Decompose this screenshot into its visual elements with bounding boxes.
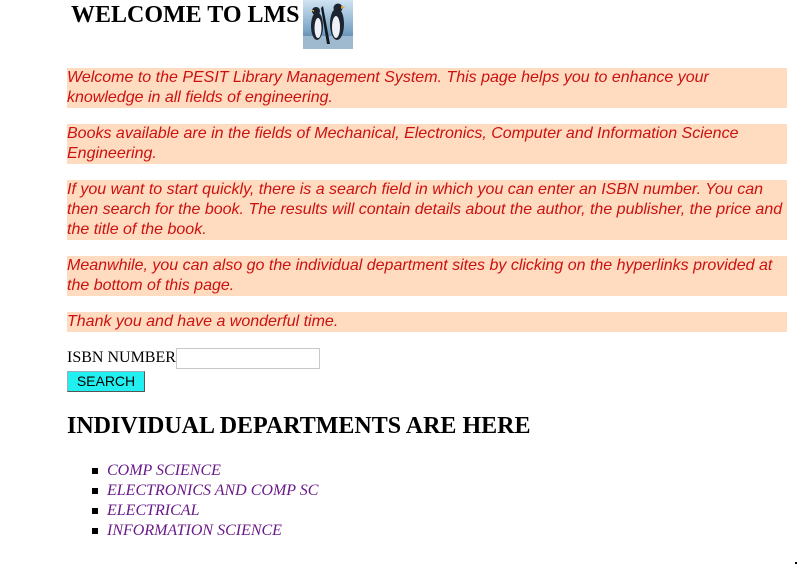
electronics-comp-sc-link[interactable]: ELECTRONICS AND COMP SC: [107, 482, 318, 500]
comp-science-link[interactable]: COMP SCIENCE: [107, 462, 221, 480]
bullet-icon: [92, 488, 98, 494]
departments-list: COMP SCIENCE ELECTRONICS AND COMP SC ELE…: [92, 461, 318, 541]
intro-paragraph: Welcome to the PESIT Library Management …: [67, 68, 787, 108]
departments-heading: INDIVIDUAL DEPARTMENTS ARE HERE: [67, 413, 531, 439]
page-title: WELCOME TO LMS: [71, 2, 300, 28]
stray-dot: [795, 562, 797, 564]
thanks-paragraph: Thank you and have a wonderful time.: [67, 312, 787, 332]
isbn-search-row: ISBN NUMBER: [67, 347, 320, 369]
bullet-icon: [92, 508, 98, 514]
bullet-icon: [92, 468, 98, 474]
electrical-link[interactable]: ELECTRICAL: [107, 502, 199, 520]
departments-help-paragraph: Meanwhile, you can also go the individua…: [67, 256, 787, 296]
list-item: COMP SCIENCE: [92, 461, 318, 481]
list-item: INFORMATION SCIENCE: [92, 521, 318, 541]
search-help-paragraph: If you want to start quickly, there is a…: [67, 180, 787, 240]
list-item: ELECTRICAL: [92, 501, 318, 521]
fields-paragraph: Books available are in the fields of Mec…: [67, 124, 787, 164]
information-science-link[interactable]: INFORMATION SCIENCE: [107, 522, 282, 540]
list-item: ELECTRONICS AND COMP SC: [92, 481, 318, 501]
isbn-input[interactable]: [175, 347, 320, 369]
penguins-logo-icon: [302, 0, 353, 49]
search-button[interactable]: SEARCH: [67, 371, 145, 392]
isbn-label: ISBN NUMBER: [67, 349, 176, 366]
page-header: WELCOME TO LMS: [71, 0, 353, 50]
bullet-icon: [92, 528, 98, 534]
